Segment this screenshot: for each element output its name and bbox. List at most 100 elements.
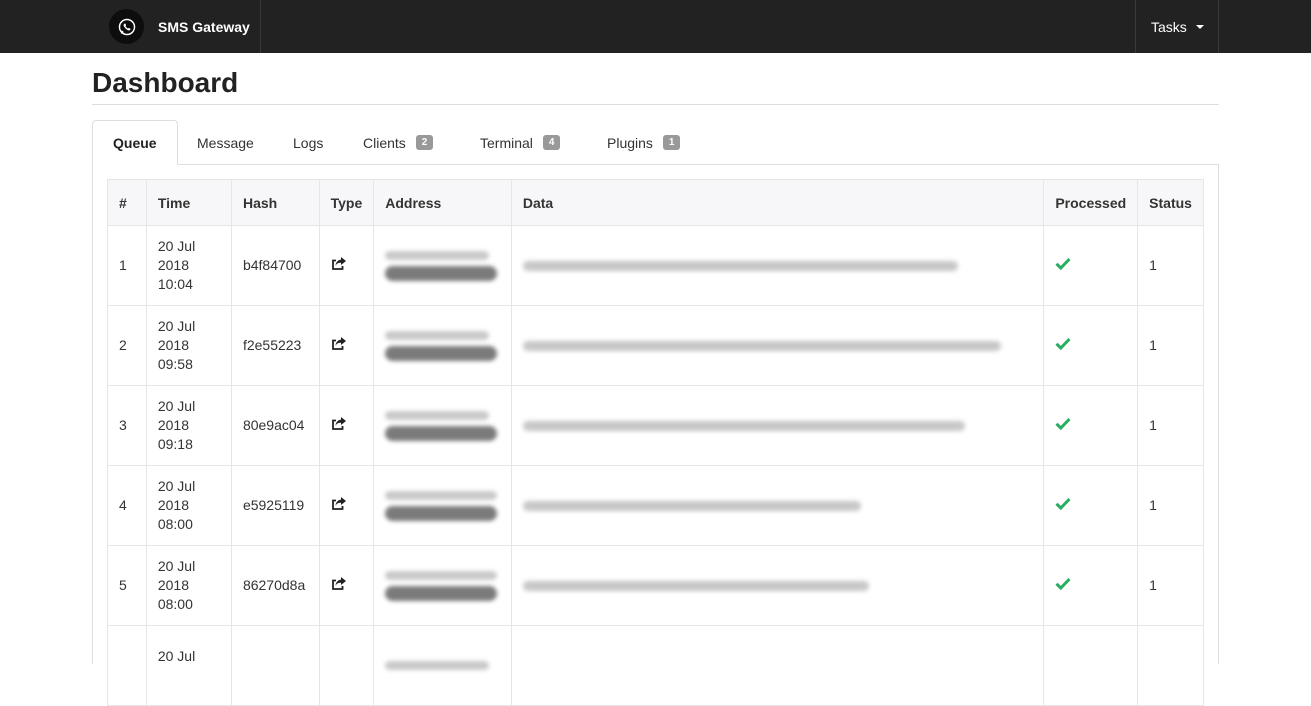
tasks-menu-label: Tasks [1151, 18, 1187, 35]
row-data [510, 385, 1045, 466]
row-hash: e5925119 [230, 465, 320, 546]
row-status [1137, 625, 1204, 706]
time-date: 20 Jul [157, 238, 196, 254]
count-badge: 1 [662, 135, 681, 150]
column-header[interactable]: # [107, 179, 147, 226]
time-date: 20 Jul [157, 478, 196, 494]
time-date: 20 Jul [157, 647, 196, 664]
share-icon[interactable] [331, 496, 347, 514]
row-number: 3 [107, 385, 147, 466]
row-address [373, 625, 512, 706]
row-time: 20 Jul 2018 08:00 [145, 465, 232, 546]
check-icon [1055, 497, 1071, 513]
row-type [318, 625, 375, 706]
row-number: 5 [107, 545, 147, 626]
table-row[interactable]: 1 20 Jul 2018 10:04 b4f84700 1 [107, 225, 1204, 306]
tab-plugins[interactable]: Plugins 1 [607, 120, 681, 165]
row-type [318, 545, 375, 626]
row-processed [1043, 625, 1139, 706]
row-data [510, 465, 1045, 546]
row-processed [1043, 545, 1139, 626]
table-row[interactable]: 2 20 Jul 2018 09:58 f2e55223 1 [107, 305, 1204, 386]
row-status: 1 [1137, 465, 1204, 546]
tasks-menu[interactable]: Tasks [1135, 0, 1219, 53]
tab-label: Clients [363, 134, 406, 151]
row-address [373, 225, 512, 306]
tab-label: Message [197, 134, 254, 151]
column-header[interactable]: Status [1137, 179, 1204, 226]
row-processed [1043, 385, 1139, 466]
row-time: 20 Jul 2018 09:58 [145, 305, 232, 386]
row-type [318, 225, 375, 306]
title-divider [92, 104, 1219, 105]
row-processed [1043, 465, 1139, 546]
tab-queue[interactable]: Queue [92, 120, 178, 165]
tab-bar: Queue Message Logs Clients 2 Terminal 4 … [92, 120, 1219, 165]
check-icon [1055, 417, 1071, 433]
check-icon [1055, 337, 1071, 353]
count-badge: 4 [542, 135, 561, 150]
whatsapp-icon [109, 9, 144, 44]
column-header[interactable]: Processed [1043, 179, 1139, 226]
row-status: 1 [1137, 545, 1204, 626]
column-header[interactable]: Type [318, 179, 375, 226]
row-hash: b4f84700 [230, 225, 320, 306]
row-type [318, 385, 375, 466]
time-year: 2018 [157, 417, 189, 433]
row-number: 4 [107, 465, 147, 546]
time-date: 20 Jul [157, 398, 196, 414]
time-date: 20 Jul [157, 558, 196, 574]
count-badge: 2 [415, 135, 434, 150]
share-icon[interactable] [331, 576, 347, 594]
row-processed [1043, 225, 1139, 306]
brand[interactable]: SMS Gateway [92, 0, 261, 53]
row-address [373, 465, 512, 546]
table-row[interactable]: 3 20 Jul 2018 09:18 80e9ac04 1 [107, 385, 1204, 466]
row-time: 20 Jul 2018 08:00 [145, 545, 232, 626]
row-data [510, 225, 1045, 306]
table-row[interactable]: 5 20 Jul 2018 08:00 86270d8a 1 [107, 545, 1204, 626]
tab-terminal[interactable]: Terminal 4 [480, 120, 561, 165]
row-number: 2 [107, 305, 147, 386]
tab-label: Plugins [607, 134, 653, 151]
check-icon [1055, 577, 1071, 593]
row-data [510, 625, 1045, 706]
time-year: 2018 [157, 337, 189, 353]
table-row[interactable]: 4 20 Jul 2018 08:00 e5925119 1 [107, 465, 1204, 546]
column-header[interactable]: Address [373, 179, 512, 226]
share-icon[interactable] [331, 416, 347, 434]
row-hash [230, 625, 320, 706]
row-hash: 80e9ac04 [230, 385, 320, 466]
column-header[interactable]: Time [145, 179, 232, 226]
time-year: 2018 [157, 497, 189, 513]
time-year: 2018 [157, 257, 189, 273]
time-clock: 10:04 [157, 276, 193, 292]
row-status: 1 [1137, 225, 1204, 306]
time-date: 20 Jul [157, 318, 196, 334]
row-status: 1 [1137, 305, 1204, 386]
time-clock: 09:58 [157, 356, 193, 372]
column-header[interactable]: Hash [230, 179, 320, 226]
share-icon[interactable] [331, 256, 347, 274]
row-hash: 86270d8a [230, 545, 320, 626]
share-icon[interactable] [331, 336, 347, 354]
time-clock: 09:18 [157, 436, 193, 452]
time-clock: 08:00 [157, 516, 193, 532]
row-number [107, 625, 147, 706]
tab-message[interactable]: Message [197, 120, 254, 165]
row-data [510, 545, 1045, 626]
tab-clients[interactable]: Clients 2 [363, 120, 434, 165]
brand-name: SMS Gateway [158, 18, 250, 35]
table-row[interactable]: 20 Jul [107, 625, 1204, 706]
row-type [318, 465, 375, 546]
time-clock: 08:00 [157, 596, 193, 612]
tab-label: Logs [293, 134, 324, 151]
column-header[interactable]: Data [510, 179, 1045, 226]
top-navbar: SMS Gateway Tasks [0, 0, 1311, 53]
row-processed [1043, 305, 1139, 386]
row-address [373, 545, 512, 626]
tab-logs[interactable]: Logs [293, 120, 323, 165]
row-number: 1 [107, 225, 147, 306]
table-header-row: # Time Hash Type Address Data Processed … [107, 179, 1204, 226]
row-hash: f2e55223 [230, 305, 320, 386]
